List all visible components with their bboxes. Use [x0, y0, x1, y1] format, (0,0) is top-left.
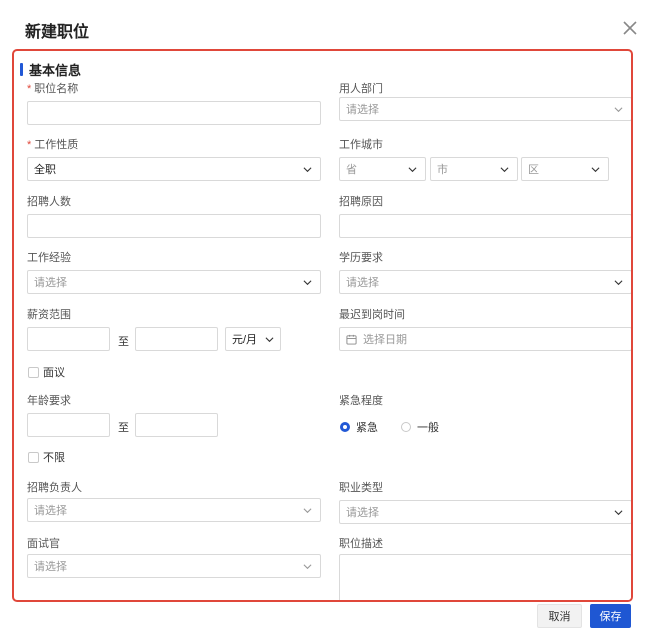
city-select[interactable]: 市: [430, 157, 518, 181]
recruiter-select[interactable]: 请选择: [27, 498, 321, 522]
description-textarea[interactable]: [339, 554, 631, 600]
dialog-title: 新建职位: [25, 24, 90, 41]
salary-min-input[interactable]: [27, 327, 110, 351]
checkbox-box[interactable]: [28, 366, 39, 378]
age-unlimited-checkbox[interactable]: 不限: [28, 449, 65, 465]
reason-input[interactable]: [339, 214, 631, 238]
headcount-input[interactable]: [27, 214, 321, 238]
recruiter-label: 招聘负责人: [27, 482, 82, 494]
experience-select[interactable]: 请选择: [27, 270, 321, 294]
education-placeholder: 请选择: [346, 277, 379, 289]
checkbox-box[interactable]: [28, 451, 39, 463]
age-min-input[interactable]: [27, 413, 110, 437]
chevron-down-icon: [265, 337, 274, 343]
chevron-down-icon: [500, 167, 509, 173]
deadline-datepicker[interactable]: 选择日期: [339, 327, 631, 351]
position-name-label: * 职位名称: [27, 83, 79, 95]
interviewer-placeholder: 请选择: [34, 561, 67, 573]
radio-unchecked-icon[interactable]: [401, 422, 411, 432]
salary-unit-select[interactable]: 元/月: [225, 327, 281, 351]
experience-label: 工作经验: [27, 252, 71, 264]
urgency-option-normal[interactable]: 一般: [401, 419, 439, 435]
salary-label: 薪资范围: [27, 309, 71, 321]
save-button[interactable]: 保存: [590, 604, 631, 628]
reason-label: 招聘原因: [339, 196, 383, 208]
chevron-down-icon: [303, 167, 312, 173]
deadline-label: 最迟到岗时间: [339, 309, 405, 321]
job-nature-select[interactable]: 全职: [27, 157, 321, 181]
chevron-down-icon: [614, 280, 623, 286]
department-placeholder: 请选择: [346, 104, 379, 116]
job-type-placeholder: 请选择: [346, 507, 379, 519]
chevron-down-icon: [303, 508, 312, 514]
position-name-input[interactable]: [27, 101, 321, 125]
chevron-down-icon: [408, 167, 417, 173]
district-select[interactable]: 区: [521, 157, 609, 181]
age-max-input[interactable]: [135, 413, 218, 437]
radio-checked-icon[interactable]: [340, 422, 350, 432]
salary-negotiable-checkbox[interactable]: 面议: [28, 364, 65, 380]
section-title: 基本信息: [29, 62, 82, 78]
section-header: 基本信息: [20, 61, 82, 78]
job-nature-label: * 工作性质: [27, 139, 79, 151]
section-accent-bar: [20, 62, 23, 76]
chevron-down-icon: [614, 510, 623, 516]
district-placeholder: 区: [528, 164, 539, 176]
chevron-down-icon: [303, 280, 312, 286]
province-placeholder: 省: [346, 164, 357, 176]
chevron-down-icon: [591, 167, 600, 173]
headcount-label: 招聘人数: [27, 196, 71, 208]
experience-placeholder: 请选择: [34, 277, 67, 289]
close-icon[interactable]: [620, 18, 640, 38]
job-nature-value: 全职: [34, 164, 56, 176]
city-placeholder: 市: [437, 164, 448, 176]
age-unlimited-label: 不限: [43, 452, 65, 464]
department-label: 用人部门: [339, 83, 383, 95]
urgency-urgent-label: 紧急: [356, 422, 378, 434]
education-label: 学历要求: [339, 252, 383, 264]
age-range-separator: 至: [118, 422, 129, 434]
deadline-placeholder: 选择日期: [363, 334, 407, 346]
interviewer-label: 面试官: [27, 538, 60, 550]
salary-negotiable-label: 面议: [43, 367, 65, 379]
cancel-button[interactable]: 取消: [537, 604, 582, 628]
urgency-option-urgent[interactable]: 紧急: [340, 419, 378, 435]
province-select[interactable]: 省: [339, 157, 426, 181]
job-type-select[interactable]: 请选择: [339, 500, 631, 524]
department-select[interactable]: 请选择: [339, 97, 631, 121]
work-city-label: 工作城市: [339, 139, 383, 151]
description-label: 职位描述: [339, 538, 383, 550]
age-label: 年龄要求: [27, 395, 71, 407]
interviewer-select[interactable]: 请选择: [27, 554, 321, 578]
calendar-icon: [346, 334, 357, 345]
salary-unit-value: 元/月: [232, 334, 258, 346]
salary-max-input[interactable]: [135, 327, 218, 351]
chevron-down-icon: [614, 107, 623, 113]
urgency-label: 紧急程度: [339, 395, 383, 407]
form-panel: 基本信息 * 职位名称 用人部门 请选择 * 工作性质 全职 工作城市 省 市 区 …: [12, 49, 633, 602]
chevron-down-icon: [303, 564, 312, 570]
recruiter-placeholder: 请选择: [34, 505, 67, 517]
job-type-label: 职业类型: [339, 482, 383, 494]
salary-range-separator: 至: [118, 336, 129, 348]
education-select[interactable]: 请选择: [339, 270, 631, 294]
urgency-normal-label: 一般: [417, 422, 439, 434]
